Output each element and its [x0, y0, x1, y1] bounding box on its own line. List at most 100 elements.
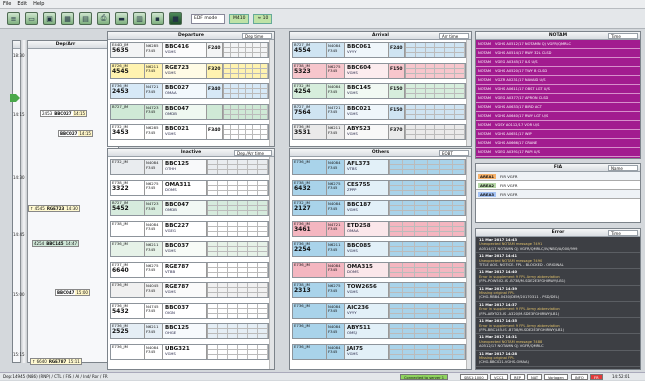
- strip-time-cell[interactable]: [208, 354, 218, 359]
- strip-time-cell[interactable]: [248, 190, 258, 195]
- strip-time-cell[interactable]: [238, 252, 248, 256]
- flight-strip[interactable]: E732_JM 4254 N4084 F345 BBC145 VGHS F150: [292, 83, 466, 99]
- status-badge[interactable]: SBS1:1000: [460, 374, 488, 380]
- strip-time-cell[interactable]: [228, 252, 238, 256]
- strip-time-cell[interactable]: [248, 354, 258, 359]
- strip-time-cell[interactable]: [416, 135, 426, 139]
- strip-time-cell[interactable]: [238, 272, 248, 277]
- strip-time-cell[interactable]: [453, 211, 465, 215]
- strip-time-cell[interactable]: [428, 334, 440, 338]
- strip-time-cell[interactable]: [224, 94, 232, 98]
- strip-time-cell[interactable]: [416, 73, 426, 78]
- error-message[interactable]: 11 Mar 2017 14:41 Unexpected NOTAM messag…: [476, 253, 640, 270]
- timeline-flight[interactable]: 2453 BBC027 14:15: [40, 110, 88, 117]
- strip-time-cell[interactable]: [428, 354, 440, 359]
- strip-time-cell[interactable]: [416, 114, 426, 119]
- strip-time-cell[interactable]: [390, 252, 403, 256]
- flight-strip[interactable]: B727_JM 5452 N4723 F345 BBC047 OMDB: [110, 200, 269, 216]
- strip-time-cell[interactable]: [208, 252, 218, 256]
- strip-time-cell[interactable]: [239, 73, 246, 78]
- strip-time-cell[interactable]: [426, 135, 436, 139]
- strip-time-cell[interactable]: [440, 354, 453, 359]
- folder-icon[interactable]: ▬: [115, 12, 128, 25]
- flight-strip[interactable]: E736_JM N4084 F345 AFL373 VTBS: [292, 159, 466, 175]
- strip-time-cell[interactable]: [224, 114, 232, 119]
- strip-time-cell[interactable]: [390, 231, 403, 236]
- strip-time-cell[interactable]: [440, 293, 453, 297]
- strip-time-cell[interactable]: [403, 334, 415, 338]
- strip-time-cell[interactable]: [258, 252, 268, 256]
- strip-time-cell[interactable]: [445, 94, 456, 98]
- notam-row[interactable]: NOTAM VGHS A0512/17 NOTAMN Q) VGFR/QMRLC: [476, 40, 640, 49]
- strip-time-cell[interactable]: [415, 293, 428, 297]
- flight-strip[interactable]: E732_JM 2127 N4084 F345 BBC187 VGHS: [292, 200, 466, 216]
- strip-time-cell[interactable]: [440, 211, 453, 215]
- strip-time-cell[interactable]: [248, 170, 258, 174]
- others-sort-select[interactable]: EOBT: [439, 150, 469, 156]
- flight-strip[interactable]: E738_JM 6432 N6275 F345 CES755 ZPPP: [292, 179, 466, 196]
- strip-time-cell[interactable]: [239, 94, 246, 98]
- strip-time-cell[interactable]: [253, 135, 261, 139]
- strip-time-cell[interactable]: [453, 293, 465, 297]
- grid-icon[interactable]: ▦: [61, 12, 74, 25]
- status-badge[interactable]: INFO: [571, 374, 588, 380]
- strip-time-cell[interactable]: [218, 293, 228, 297]
- strip-time-cell[interactable]: [261, 94, 268, 98]
- strip-time-cell[interactable]: [455, 73, 465, 78]
- strip-time-cell[interactable]: [253, 94, 261, 98]
- flight-strip[interactable]: E44D_JM 5635 N6285 F345 BBC416 VGHS F240: [110, 42, 269, 58]
- connection-badge[interactable]: Connected to server 1: [400, 374, 449, 380]
- flight-strip[interactable]: E732_JM N4084 F345 BBC125 OTHH: [110, 159, 269, 175]
- status-badge[interactable]: Vorlagen: [544, 374, 568, 380]
- strip-time-cell[interactable]: [208, 313, 218, 318]
- notam-row[interactable]: NOTAM VGHS A0633/17 BIRD ACT: [476, 103, 640, 112]
- print-icon[interactable]: ⎙: [97, 12, 110, 25]
- fia-sort-select[interactable]: Name: [608, 165, 638, 171]
- inactive-sort-select[interactable]: Dep./Arr time: [234, 150, 272, 156]
- strip-time-cell[interactable]: [440, 313, 453, 318]
- arrival-sort-select[interactable]: Arr time: [439, 33, 469, 39]
- flight-strip[interactable]: E736_JM 2525 N6211 F345 BBC125 OHGE: [110, 323, 269, 339]
- strip-time-cell[interactable]: [218, 211, 228, 215]
- strip-time-cell[interactable]: [390, 334, 403, 338]
- strip-time-cell[interactable]: [390, 354, 403, 359]
- strip-time-cell[interactable]: [415, 211, 428, 215]
- strip-time-cell[interactable]: [228, 313, 238, 318]
- strip-time-cell[interactable]: [406, 135, 416, 139]
- timeline-flight[interactable]: ↑ 4545 RGE723 14:30: [28, 205, 80, 212]
- strip-time-cell[interactable]: [455, 94, 465, 98]
- strip-time-cell[interactable]: [258, 272, 268, 277]
- strip-time-cell[interactable]: [415, 354, 428, 359]
- error-message[interactable]: 11 Mar 2017 14:28 Missing original FPL (CH…: [476, 351, 640, 367]
- notam-row[interactable]: NOTAM VGHS A0651/17 WIP: [476, 130, 640, 139]
- notam-row[interactable]: NOTAM VGEG A0391/17 PAPI U/S: [476, 148, 640, 157]
- flight-strip[interactable]: E738_JM 5323 N6275 F345 BBC604 VGHS F150: [292, 62, 466, 79]
- timeline-flight[interactable]: 4254 BBC145 14:47: [32, 240, 80, 247]
- status-badge[interactable]: FR: [590, 374, 603, 380]
- strip-time-cell[interactable]: [248, 252, 258, 256]
- error-message[interactable]: 11 Mar 2017 14:39 Missing original FPL (CH…: [476, 286, 640, 302]
- strip-time-cell[interactable]: [208, 293, 218, 297]
- strip-time-cell[interactable]: [246, 135, 254, 139]
- strip-time-cell[interactable]: [428, 170, 440, 174]
- flight-strip[interactable]: E738_JM 2313 N6275 F345 TOW2656 VGHS: [292, 282, 466, 298]
- stop-icon[interactable]: ■: [169, 12, 182, 25]
- notam-row[interactable]: NOTAM VGHS A0520/17 TWY B CLSD: [476, 67, 640, 76]
- strip-time-cell[interactable]: [440, 231, 453, 236]
- strip-time-cell[interactable]: [228, 272, 238, 277]
- strip-time-cell[interactable]: [228, 293, 238, 297]
- flight-strip[interactable]: E737_JM 6640 N6275 F345 RGE787 VTBB: [110, 261, 269, 278]
- strip-time-cell[interactable]: [246, 53, 254, 57]
- strip-time-cell[interactable]: [415, 170, 428, 174]
- inactive-scrollbar[interactable]: [269, 157, 274, 369]
- strip-time-cell[interactable]: [224, 73, 232, 78]
- list-icon[interactable]: ≡: [7, 12, 20, 25]
- strip-time-cell[interactable]: [428, 313, 440, 318]
- flight-strip[interactable]: B727_JM 7564 N4721 F345 BBC021 VGHS F150: [292, 103, 466, 120]
- flight-strip[interactable]: E736_JM 3461 N4721 F345 ETD258 OMAA: [292, 220, 466, 237]
- strip-time-cell[interactable]: [218, 170, 228, 174]
- error-message[interactable]: 11 Mar 2017 14:37 Error in supplement 9 F…: [476, 302, 640, 319]
- strip-time-cell[interactable]: [453, 170, 465, 174]
- strip-time-cell[interactable]: [440, 272, 453, 277]
- notam-row[interactable]: NOTAM VGEG A0345/17 ILS U/S: [476, 58, 640, 67]
